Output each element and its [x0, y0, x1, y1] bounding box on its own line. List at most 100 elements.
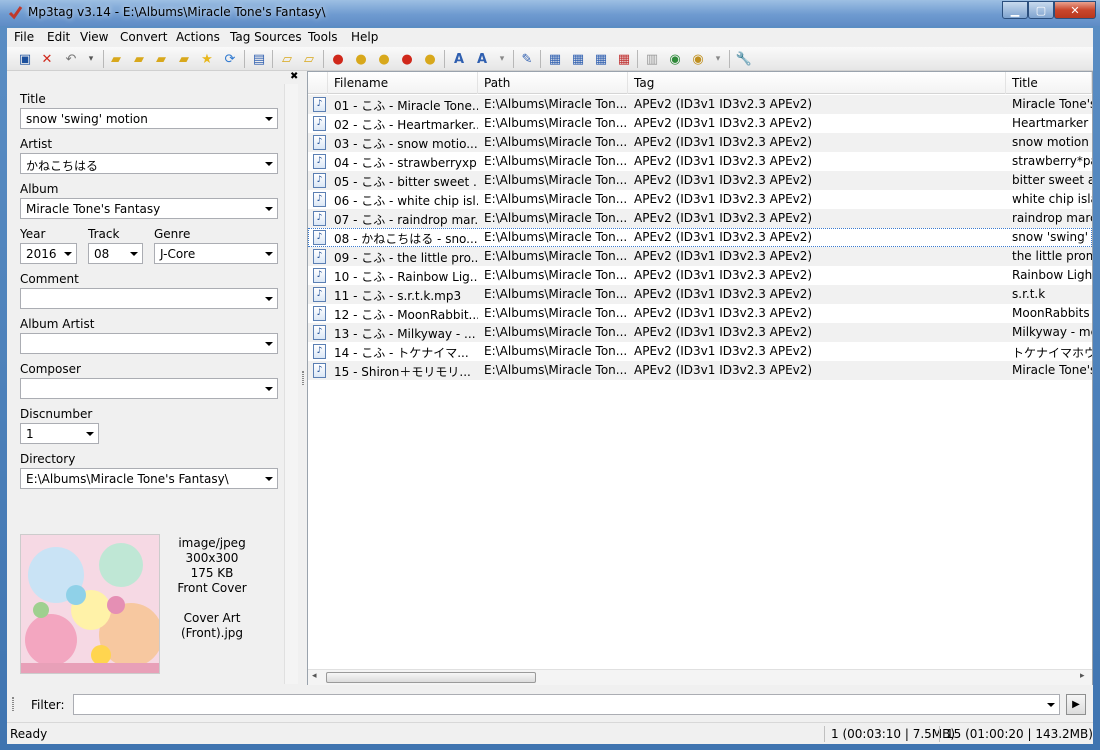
- filter-apply-button[interactable]: ▶: [1066, 694, 1086, 715]
- menu-view[interactable]: View: [80, 30, 108, 44]
- table-row[interactable]: ♪ 11 - こふ - s.r.t.k.mp3 E:\Albums\Miracle …: [308, 285, 1092, 304]
- web-sources-icon[interactable]: ◉: [666, 50, 684, 68]
- table-row[interactable]: ♪ 05 - こふ - bitter sweet ... E:\Albums\Mir…: [308, 171, 1092, 190]
- edit-icon[interactable]: ✎: [518, 50, 536, 68]
- export-icon[interactable]: ▦: [546, 50, 564, 68]
- menu-help[interactable]: Help: [351, 30, 378, 44]
- sources-icon[interactable]: ◉: [689, 50, 707, 68]
- filter-input[interactable]: [73, 694, 1060, 715]
- directory-field[interactable]: E:\Albums\Miracle Tone's Fantasy\: [20, 468, 278, 489]
- print-icon[interactable]: ▥: [643, 50, 661, 68]
- favorites-folder-icon[interactable]: ▰: [175, 50, 193, 68]
- menu-edit[interactable]: Edit: [47, 30, 70, 44]
- horizontal-scrollbar[interactable]: ◂ ▸: [308, 669, 1092, 685]
- undo-icon[interactable]: ↶: [62, 50, 80, 68]
- table-row[interactable]: ♪ 03 - こふ - snow motio... E:\Albums\Miracl…: [308, 133, 1092, 152]
- table-row[interactable]: ♪ 09 - こふ - the little pro... E:\Albums\Mi…: [308, 247, 1092, 266]
- list-icon[interactable]: ▦: [592, 50, 610, 68]
- comment-field[interactable]: [20, 288, 278, 309]
- composer-field[interactable]: [20, 378, 278, 399]
- dropdown-icon[interactable]: ▾: [82, 50, 100, 68]
- table-row[interactable]: ♪ 06 - こふ - white chip isl... E:\Albums\Mi…: [308, 190, 1092, 209]
- cell-title: bitter sweet ave: [1012, 173, 1092, 187]
- scroll-thumb[interactable]: [326, 672, 536, 683]
- menu-actions[interactable]: Actions: [176, 30, 220, 44]
- cell-title: snow 'swing' m: [1012, 230, 1092, 244]
- discnumber-field[interactable]: 1: [20, 423, 99, 444]
- export-folder-icon[interactable]: ▱: [300, 50, 318, 68]
- header-path[interactable]: Path: [478, 72, 628, 94]
- album-artist-field[interactable]: [20, 333, 278, 354]
- cover-art-illustration: [21, 535, 159, 673]
- list-header: Filename Path Tag Title: [308, 72, 1092, 94]
- scroll-left-icon[interactable]: ◂: [312, 671, 317, 681]
- minimize-button[interactable]: ▁: [1002, 1, 1028, 19]
- audio-file-icon: ♪: [313, 154, 326, 169]
- cover-art-image[interactable]: [20, 534, 160, 674]
- open-folder-icon[interactable]: ▱: [278, 50, 296, 68]
- remove-tag-icon[interactable]: ✕: [38, 50, 56, 68]
- table-row[interactable]: ♪ 01 - こふ - Miracle Tone... E:\Albums\Mira…: [308, 95, 1092, 114]
- cell-filename: 10 - こふ - Rainbow Lig...: [334, 270, 478, 284]
- close-icon[interactable]: ✖: [290, 71, 298, 82]
- table-row[interactable]: ♪ 10 - こふ - Rainbow Lig... E:\Albums\Mirac…: [308, 266, 1092, 285]
- refresh-icon[interactable]: ⟳: [221, 50, 239, 68]
- add-directory-icon[interactable]: ▰: [130, 50, 148, 68]
- cell-tag: APEv2 (ID3v1 ID3v2.3 APEv2): [634, 97, 813, 111]
- table-row[interactable]: ♪ 13 - こふ - Milkyway - ... E:\Albums\Mirac…: [308, 323, 1092, 342]
- case-conversion-icon[interactable]: A: [450, 50, 468, 68]
- genre-field[interactable]: J-Core: [154, 243, 278, 264]
- tag-to-filename-icon[interactable]: ●: [329, 50, 347, 68]
- year-field[interactable]: 2016: [20, 243, 77, 264]
- chevron-down-icon[interactable]: ▾: [493, 50, 511, 68]
- audio-file-icon: ♪: [313, 363, 326, 378]
- playlist-icon[interactable]: ▦: [569, 50, 587, 68]
- tag-panel: ✖ Title snow 'swing' motion Artist かねこちは…: [7, 71, 300, 685]
- title-bar[interactable]: Mp3tag v3.14 - E:\Albums\Miracle Tone's …: [0, 0, 1100, 26]
- folder-icon[interactable]: ▰: [152, 50, 170, 68]
- menu-file[interactable]: File: [14, 30, 34, 44]
- header-title[interactable]: Title: [1006, 72, 1092, 94]
- tag-panel-scrollbar[interactable]: [284, 84, 298, 684]
- menu-tools[interactable]: Tools: [308, 30, 338, 44]
- options-icon[interactable]: 🔧: [735, 50, 753, 68]
- filename-to-tag-icon[interactable]: ●: [352, 50, 370, 68]
- favorites-icon[interactable]: ★: [198, 50, 216, 68]
- table-row[interactable]: ♪ 02 - こふ - Heartmarker.... E:\Albums\Mira…: [308, 114, 1092, 133]
- table-row[interactable]: ♪ 15 - Shiron＋モリモリ... E:\Albums\Miracle To…: [308, 361, 1092, 380]
- album-field[interactable]: Miracle Tone's Fantasy: [20, 198, 278, 219]
- filter-dropdown-icon[interactable]: [1047, 703, 1055, 707]
- actions-icon[interactable]: ●: [421, 50, 439, 68]
- maximize-button[interactable]: ▢: [1028, 1, 1054, 19]
- comment-label: Comment: [20, 272, 79, 286]
- header-tag[interactable]: Tag: [628, 72, 1006, 94]
- title-field[interactable]: snow 'swing' motion: [20, 108, 278, 129]
- menu-convert[interactable]: Convert: [120, 30, 167, 44]
- header-filename[interactable]: Filename: [328, 72, 478, 94]
- tag-to-tag-icon[interactable]: ●: [398, 50, 416, 68]
- numbering-icon[interactable]: ▦: [615, 50, 633, 68]
- change-directory-icon[interactable]: ▰: [107, 50, 125, 68]
- cell-tag: APEv2 (ID3v1 ID3v2.3 APEv2): [634, 135, 813, 149]
- table-row[interactable]: ♪ 07 - こふ - raindrop mar... E:\Albums\Mira…: [308, 209, 1092, 228]
- panel-splitter[interactable]: [300, 71, 307, 685]
- track-field[interactable]: 08: [88, 243, 143, 264]
- save-icon[interactable]: ▣: [16, 50, 34, 68]
- status-text: Ready: [10, 727, 48, 741]
- close-button[interactable]: ✕: [1054, 1, 1096, 19]
- cell-filename: 06 - こふ - white chip isl...: [334, 194, 478, 208]
- cell-path: E:\Albums\Miracle Ton...: [484, 268, 628, 282]
- text-format-icon[interactable]: A: [473, 50, 491, 68]
- tag-panel-icon[interactable]: ▤: [250, 50, 268, 68]
- artist-field[interactable]: かねこちはる: [20, 153, 278, 174]
- title-label: Title: [20, 92, 46, 106]
- scroll-right-icon[interactable]: ▸: [1080, 671, 1085, 681]
- menu-tag-sources[interactable]: Tag Sources: [230, 30, 302, 44]
- table-row[interactable]: ♪ 04 - こふ - strawberryxp... E:\Albums\Mira…: [308, 152, 1092, 171]
- status-bar: Ready 1 (00:03:10 | 7.5MB) 15 (01:00:20 …: [7, 722, 1093, 744]
- sources-dropdown-icon[interactable]: ▾: [709, 50, 727, 68]
- table-row[interactable]: ♪ 12 - こふ - MoonRabbit... E:\Albums\Miracl…: [308, 304, 1092, 323]
- text-to-tag-icon[interactable]: ●: [375, 50, 393, 68]
- table-row[interactable]: ♪ 08 - かねこちはる - sno... E:\Albums\Miracle T…: [308, 228, 1092, 247]
- table-row[interactable]: ♪ 14 - こふ - トケナイマ... E:\Albums\Miracle Ton…: [308, 342, 1092, 361]
